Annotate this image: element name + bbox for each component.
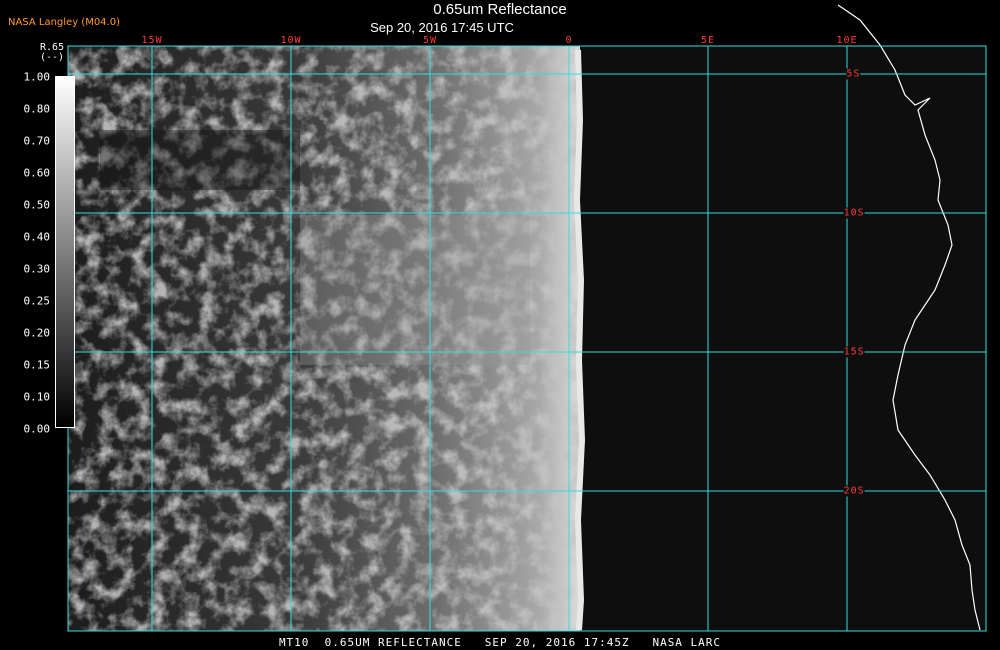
satellite-map xyxy=(67,4,987,632)
legend-color-bar xyxy=(55,76,75,428)
legend-tick-label: 0.50 xyxy=(23,198,51,212)
longitude-label: 5W xyxy=(422,35,438,46)
longitude-label: 10E xyxy=(836,35,858,46)
cloud-imagery xyxy=(68,46,580,631)
latitude-label: 5S xyxy=(846,68,861,80)
legend-tick-label: 0.70 xyxy=(23,134,51,148)
latitude-label: 15S xyxy=(843,346,865,358)
legend-tick-label: 0.15 xyxy=(23,358,51,372)
longitude-label: 0 xyxy=(565,35,573,46)
legend-tick-label: 1.00 xyxy=(23,70,51,84)
legend-tick-label: 0.60 xyxy=(23,166,51,180)
terminator-edge xyxy=(573,49,586,631)
legend-tick-label: 0.80 xyxy=(23,102,51,116)
legend-tick-label: 0.10 xyxy=(23,390,51,404)
longitude-label: 15W xyxy=(141,35,163,46)
legend-unit: (--) xyxy=(39,52,65,63)
legend-tick-label: 0.20 xyxy=(23,326,51,340)
legend-header: R.65 (--) xyxy=(30,43,74,63)
footer-caption: MT10 0.65UM REFLECTANCE SEP 20, 2016 17:… xyxy=(278,636,722,649)
legend-tick-label: 0.00 xyxy=(23,422,51,436)
longitude-label: 10W xyxy=(280,35,302,46)
legend-tick-label: 0.30 xyxy=(23,262,51,276)
legend-tick-label: 0.25 xyxy=(23,294,51,308)
latitude-label: 20S xyxy=(843,485,865,497)
longitude-label: 5E xyxy=(700,35,716,46)
latitude-label: 10S xyxy=(843,207,865,219)
legend-tick-label: 0.40 xyxy=(23,230,51,244)
